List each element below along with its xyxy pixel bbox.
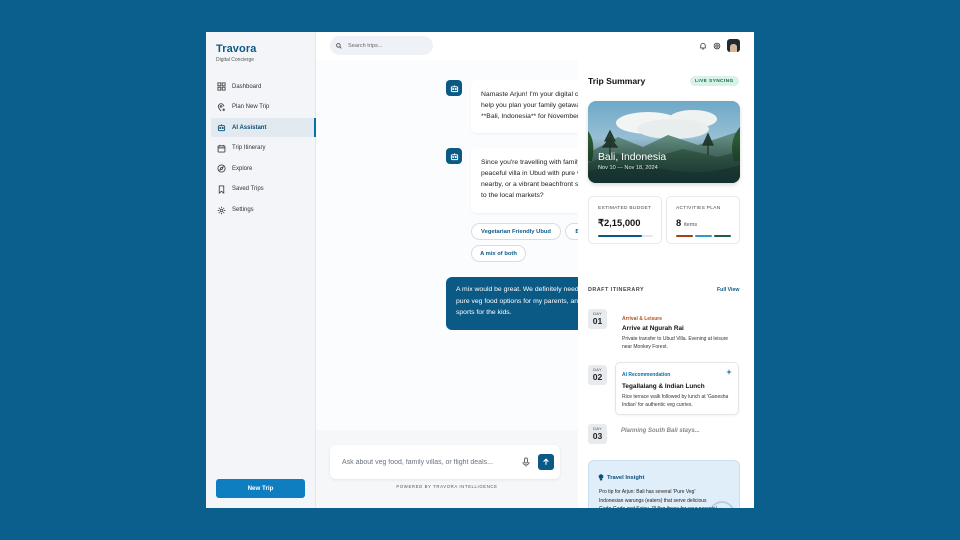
itinerary-title: Arrive at Ngurah Rai (622, 325, 684, 332)
microphone-icon[interactable] (521, 457, 531, 467)
destination-hero: Bali, Indonesia Nov 10 — Nov 18, 2024 (588, 101, 740, 183)
sidebar-item-explore[interactable]: Explore (211, 159, 316, 178)
assistant-avatar (446, 148, 462, 164)
search-bar[interactable] (330, 36, 433, 55)
draft-itinerary-label: DRAFT ITINERARY (588, 287, 645, 293)
planning-status: Planning South Bali stays... (621, 428, 700, 434)
trip-dates: Nov 10 — Nov 18, 2024 (598, 165, 658, 171)
bookmark-icon (218, 185, 225, 194)
verified-badge-icon (710, 501, 734, 508)
brand-subtitle: Digital Concierge (216, 57, 255, 63)
brand-title: Travora (216, 43, 257, 55)
suggestion-chip-ubud[interactable]: Vegetarian Friendly Ubud (471, 223, 561, 240)
budget-card: ESTIMATED BUDGET ₹2,15,000 (588, 196, 662, 244)
app-window: Travora Digital Concierge Dashboard Plan… (206, 32, 754, 508)
live-syncing-badge: LIVE SYNCING (690, 76, 739, 86)
full-view-link[interactable]: Full View (717, 287, 739, 293)
day-badge: DAY 01 (588, 309, 607, 329)
activities-value: 8 items (676, 217, 697, 228)
budget-progress-fill (598, 235, 642, 237)
gear-icon (217, 206, 226, 214)
day-number: 02 (592, 372, 603, 382)
sidebar-item-label: Trip Itinerary (232, 145, 266, 152)
itinerary-description: Rice terrace walk followed by lunch at '… (622, 394, 729, 409)
sidebar-item-label: Saved Trips (232, 186, 264, 193)
itinerary-title: Tegallalang & Indian Lunch (622, 383, 705, 390)
itinerary-tag: Arrival & Leisure (622, 316, 663, 322)
map-pin-plus-icon (217, 102, 226, 111)
destination-name: Bali, Indonesia (598, 152, 667, 163)
search-icon (336, 42, 342, 49)
activities-bar-segment (676, 235, 693, 237)
itinerary-description: Private transfer to Ubud Villa. Evening … (622, 336, 729, 351)
robot-icon (217, 124, 226, 132)
sidebar-item-label: Settings (232, 207, 254, 214)
day-label: DAY (593, 367, 602, 372)
sidebar-item-saved-trips[interactable]: Saved Trips (211, 180, 316, 199)
travel-insight-card: Travel Insight Pro tip for Arjun: Bali h… (588, 460, 740, 508)
composer-area: POWERED BY TRAVORA INTELLIGENCE (316, 430, 578, 508)
day-label: DAY (593, 426, 602, 431)
top-bar (316, 32, 754, 60)
sidebar-item-trip-itinerary[interactable]: Trip Itinerary (211, 139, 316, 158)
powered-by: POWERED BY TRAVORA INTELLIGENCE (396, 484, 498, 489)
activities-unit: items (683, 222, 698, 228)
profile-avatar[interactable] (727, 39, 740, 52)
day-badge: DAY 03 (588, 424, 607, 444)
dashboard-icon (217, 82, 226, 91)
sidebar-item-plan-new-trip[interactable]: Plan New Trip (211, 98, 316, 117)
day-number: 01 (592, 316, 603, 326)
day-badge: DAY 02 (588, 365, 607, 385)
header-actions (699, 39, 740, 52)
activities-label: ACTIVITIES PLAN (676, 206, 721, 211)
budget-label: ESTIMATED BUDGET (598, 206, 652, 211)
day-number: 03 (592, 431, 603, 441)
itinerary-tag: AI Recommendation (622, 372, 671, 378)
robot-icon (450, 152, 458, 160)
brand: Travora Digital Concierge (216, 43, 256, 63)
arrow-up-icon (543, 458, 549, 465)
trip-summary-title: Trip Summary (588, 76, 646, 86)
sidebar-item-label: Dashboard (232, 83, 262, 90)
budget-value: ₹2,15,000 (598, 217, 641, 228)
sidebar-item-label: Plan New Trip (232, 104, 270, 111)
activities-count: 8 (676, 217, 682, 228)
sidebar-item-label: AI Assistant (232, 124, 267, 131)
sidebar: Travora Digital Concierge Dashboard Plan… (206, 32, 316, 508)
trip-summary-panel: Trip Summary LIVE SYNCING Bali, Indonesi… (578, 39, 754, 508)
compass-icon (217, 164, 226, 173)
send-button[interactable] (538, 454, 554, 470)
message-composer (330, 445, 560, 479)
day-label: DAY (593, 311, 602, 316)
sidebar-nav: Dashboard Plan New Trip AI Assistant Tri… (211, 77, 316, 221)
sidebar-item-settings[interactable]: Settings (211, 201, 316, 220)
insight-text: Pro tip for Arjun: Bali has several 'Pur… (599, 489, 717, 508)
bell-icon[interactable] (699, 42, 707, 50)
search-input[interactable] (348, 42, 418, 49)
activities-card: ACTIVITIES PLAN 8 items (666, 196, 740, 244)
message-input[interactable] (342, 458, 521, 466)
new-trip-button[interactable]: New Trip (216, 479, 305, 498)
activities-bar-segment (695, 235, 712, 237)
activities-bar-segment (714, 235, 731, 237)
sidebar-item-label: Explore (232, 165, 253, 172)
gear-icon[interactable] (713, 42, 721, 50)
insight-title: Travel Insight (607, 475, 645, 481)
lightbulb-icon (598, 474, 604, 481)
robot-icon (450, 84, 458, 92)
sidebar-item-ai-assistant[interactable]: AI Assistant (211, 118, 316, 138)
calendar-icon (217, 144, 226, 153)
suggestion-chip-mix[interactable]: A mix of both (471, 245, 526, 262)
sidebar-item-dashboard[interactable]: Dashboard (211, 77, 316, 96)
sparkle-icon (726, 369, 732, 375)
assistant-avatar (446, 80, 462, 96)
